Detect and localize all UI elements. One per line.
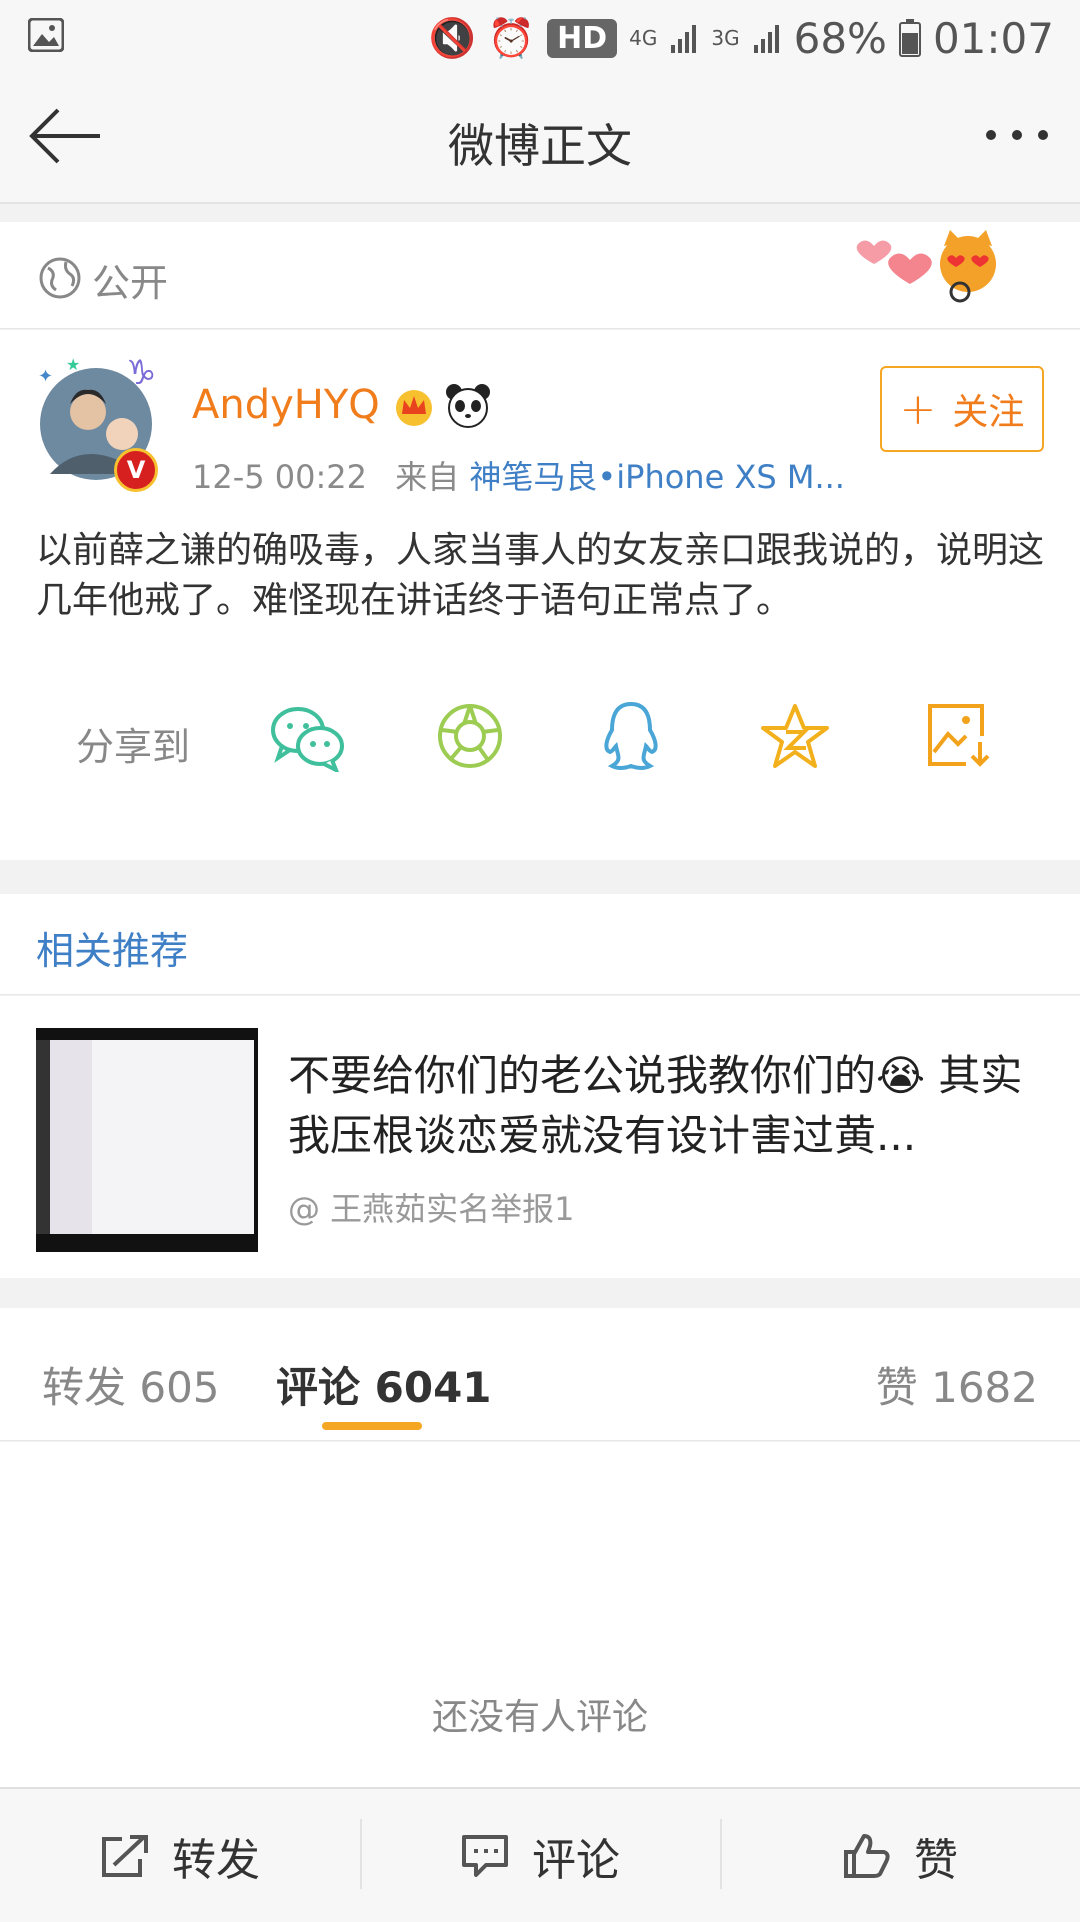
repost-icon xyxy=(102,1834,148,1877)
visibility-label: 公开 xyxy=(92,261,169,305)
status-bar: 🔇 ⏰ HD 4G 3G 68% 01:07 xyxy=(0,0,1080,76)
gallery-notification-icon xyxy=(28,18,64,52)
nav-bar: 微博正文 xyxy=(0,76,1080,204)
battery-percent: 68% xyxy=(793,13,887,63)
panda-icon xyxy=(446,384,490,428)
tab-repost[interactable]: 转发 605 xyxy=(42,1354,220,1415)
post-source[interactable]: 神笔马良•iPhone XS M... xyxy=(469,458,845,496)
tab-comment[interactable]: 评论 6041 xyxy=(276,1354,492,1415)
follow-button[interactable]: + 关注 xyxy=(880,366,1044,452)
related-heading: 相关推荐 xyxy=(36,929,189,973)
related-header: 相关推荐 xyxy=(0,894,1080,995)
network-3g-label: 3G xyxy=(711,26,740,50)
bottom-action-bar: 转发 评论 赞 xyxy=(0,1787,1080,1922)
verified-badge-icon: V xyxy=(114,448,158,492)
like-label: 赞 xyxy=(914,1834,958,1886)
globe-icon xyxy=(39,257,81,299)
wechat-icon[interactable] xyxy=(270,704,346,772)
repost-button[interactable]: 转发 xyxy=(0,1789,360,1922)
qzone-star-icon[interactable] xyxy=(760,702,830,770)
follow-label: 关注 xyxy=(952,392,1025,433)
signal-icon xyxy=(671,25,697,53)
signal-icon-2 xyxy=(753,25,779,53)
clock: 01:07 xyxy=(932,13,1054,63)
from-label: 来自 xyxy=(395,458,460,496)
visibility-row: 公开 xyxy=(0,222,1080,329)
comment-label: 评论 xyxy=(532,1834,620,1886)
empty-comments-text: 还没有人评论 xyxy=(431,1697,648,1738)
related-card[interactable]: 不要给你们的老公说我教你们的😭 其实我压根谈恋爱就没有设计害过黄... @ 王燕… xyxy=(0,996,1080,1278)
save-image-icon[interactable] xyxy=(926,702,992,768)
plus-icon: + xyxy=(899,383,937,435)
related-title: 不要给你们的老公说我教你们的😭 其实我压根谈恋爱就没有设计害过黄... xyxy=(288,1051,1023,1160)
thumbs-up-icon xyxy=(844,1833,890,1878)
alarm-icon: ⏰ xyxy=(487,15,536,60)
svg-text:★: ★ xyxy=(66,355,80,374)
battery-icon xyxy=(898,19,921,57)
tabs-bar: 转发 605 评论 6041 赞 1682 xyxy=(0,1308,1080,1441)
post-content: 以前薛之谦的确吸毒，人家当事人的女友亲口跟我说的，说明这几年他戒了。难怪现在讲话… xyxy=(36,530,1045,621)
network-4g-label: 4G xyxy=(629,26,658,50)
share-label: 分享到 xyxy=(76,725,191,769)
hd-badge: HD xyxy=(547,18,618,58)
comments-empty: 还没有人评论 xyxy=(0,1442,1080,1787)
related-thumbnail xyxy=(36,1028,258,1252)
comment-button[interactable]: 评论 xyxy=(360,1789,720,1922)
more-options-icon[interactable] xyxy=(984,128,1050,142)
comment-icon xyxy=(462,1834,508,1877)
mute-icon: 🔇 xyxy=(428,15,476,60)
related-author[interactable]: @ 王燕茹实名举报1 xyxy=(288,1184,575,1230)
tab-like[interactable]: 赞 1682 xyxy=(876,1354,1038,1415)
like-button[interactable]: 赞 xyxy=(720,1789,1080,1922)
svg-text:✦: ✦ xyxy=(38,366,53,387)
crown-member-icon xyxy=(396,390,432,426)
post-card: ✦ ★ ♑ V AndyHYQ 12-5 00:22 来自 神笔马良•iPhon… xyxy=(0,330,1080,860)
post-time: 12-5 00:22 xyxy=(192,458,368,496)
cat-hearts-sticker-icon xyxy=(856,230,996,303)
username[interactable]: AndyHYQ xyxy=(192,382,380,428)
active-tab-indicator xyxy=(322,1422,422,1430)
repost-label: 转发 xyxy=(172,1834,260,1886)
svg-text:♑: ♑ xyxy=(126,354,156,393)
wechat-moments-icon[interactable] xyxy=(436,702,504,770)
page-title: 微博正文 xyxy=(448,119,632,173)
qq-icon[interactable] xyxy=(600,700,662,772)
